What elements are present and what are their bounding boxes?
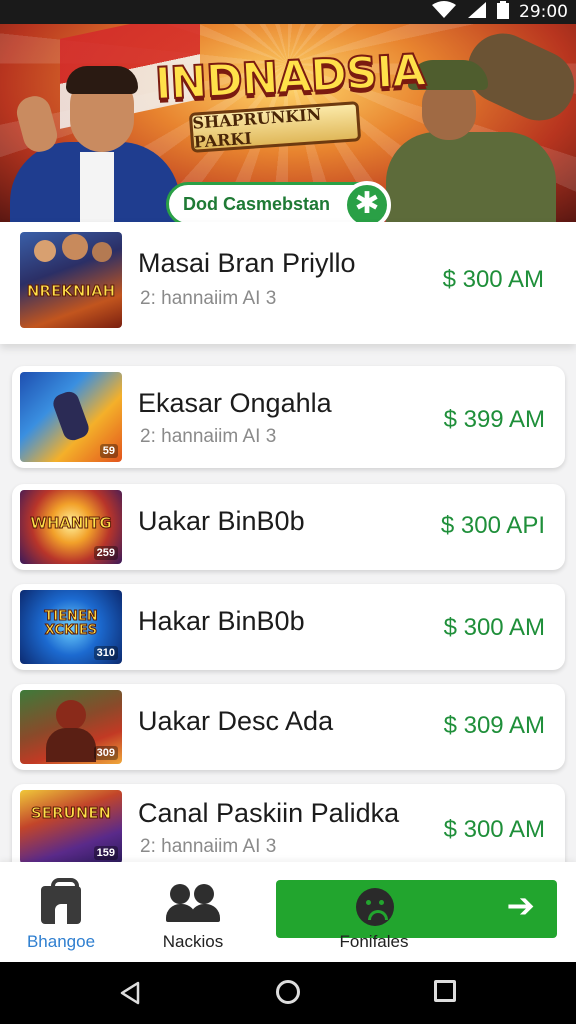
bag-icon — [41, 878, 81, 924]
back-icon[interactable] — [118, 980, 144, 1011]
status-bar: 29:00 — [0, 0, 576, 24]
list-item[interactable]: 59 Ekasar Ongahla 2: hannaiim AI 3 $ 399… — [12, 366, 565, 468]
thumbnail-badge: 310 — [93, 646, 118, 660]
thumbnail-title: NREKNIAH — [26, 282, 116, 301]
game-thumbnail: WHANITG 259 — [20, 490, 122, 564]
game-thumbnail: SERUNEN 159 — [20, 790, 122, 864]
wifi-icon — [431, 0, 457, 24]
thumbnail-badge: 159 — [93, 846, 118, 860]
item-subtitle: 2: hannaiim AI 3 — [140, 426, 277, 447]
battery-icon — [497, 0, 509, 24]
system-navigation-bar — [0, 962, 576, 1024]
item-price: $ 300 AM — [443, 614, 545, 641]
banner-cta-button[interactable]: Dod Casmebstan ✱ — [166, 181, 391, 222]
nav-item-bhangoe[interactable]: Bhangoe — [0, 862, 122, 962]
arrow-right-icon: ➔ — [506, 886, 536, 926]
game-thumbnail: 309 — [20, 690, 122, 764]
item-price: $ 399 AM — [443, 406, 545, 433]
thumbnail-title: WHANITG — [30, 514, 112, 533]
promo-banner[interactable]: INDNADSIA SHAPRUNKIN PARKI Dod Casmebsta… — [0, 24, 576, 222]
game-thumbnail: NREKNIAH — [20, 232, 122, 328]
bottom-navigation: Bhangoe Nackios Fonifales ➔ — [0, 862, 576, 962]
thumbnail-title: SERUNEN — [30, 804, 112, 823]
list-item[interactable]: WHANITG 259 Uakar BinB0b $ 300 API — [12, 484, 565, 570]
app-screen: 29:00 INDNADSIA SHAPRUNKIN PARKI Dod Cas… — [0, 0, 576, 1024]
nav-label: Nackios — [162, 932, 224, 951]
nav-item-fonifales[interactable]: Fonifales ➔ — [276, 880, 557, 951]
item-title: Masai Bran Priyllo — [138, 248, 356, 278]
thumbnail-badge: 259 — [93, 546, 118, 560]
thumbnail-title: TIENEN XCKIES — [44, 609, 98, 638]
recents-icon[interactable] — [434, 980, 456, 1002]
signal-icon — [467, 1, 487, 24]
home-icon[interactable] — [276, 980, 300, 1004]
people-icon — [166, 884, 220, 924]
list-item[interactable]: SERUNEN 159 Canal Paskiin Palidka 2: han… — [12, 784, 565, 874]
thumbnail-badge: 309 — [93, 746, 118, 760]
item-title: Canal Paskiin Palidka — [138, 798, 400, 828]
item-price: $ 309 AM — [443, 712, 545, 739]
game-thumbnail: TIENEN XCKIES 310 — [20, 590, 122, 664]
item-price: $ 300 AM — [443, 816, 545, 843]
item-subtitle: 2: hannaiim AI 3 — [140, 836, 277, 857]
banner-cta-label: Dod Casmebstan — [183, 193, 331, 214]
asterisk-icon: ✱ — [343, 181, 391, 222]
list-item[interactable]: 309 Uakar Desc Ada $ 309 AM — [12, 684, 565, 770]
item-title: Hakar BinB0b — [138, 606, 305, 636]
item-title: Uakar BinB0b — [138, 506, 305, 536]
list-item[interactable]: NREKNIAH Masai Bran Priyllo 2: hannaiim … — [0, 222, 576, 344]
sad-face-icon — [356, 888, 394, 926]
nav-label: Fonifales — [339, 932, 409, 951]
game-thumbnail: 59 — [20, 372, 122, 462]
nav-item-nackios[interactable]: Nackios — [132, 862, 254, 962]
item-price: $ 300 API — [440, 512, 545, 539]
nav-label: Bhangoe — [26, 932, 96, 951]
item-subtitle: 2: hannaiim AI 3 — [140, 288, 277, 309]
status-time: 29:00 — [519, 2, 568, 22]
thumbnail-badge: 59 — [99, 444, 118, 458]
item-price: $ 300 AM — [442, 266, 544, 293]
item-title: Ekasar Ongahla — [138, 388, 332, 418]
item-title: Uakar Desc Ada — [138, 706, 334, 736]
list-item[interactable]: TIENEN XCKIES 310 Hakar BinB0b $ 300 AM — [12, 584, 565, 670]
